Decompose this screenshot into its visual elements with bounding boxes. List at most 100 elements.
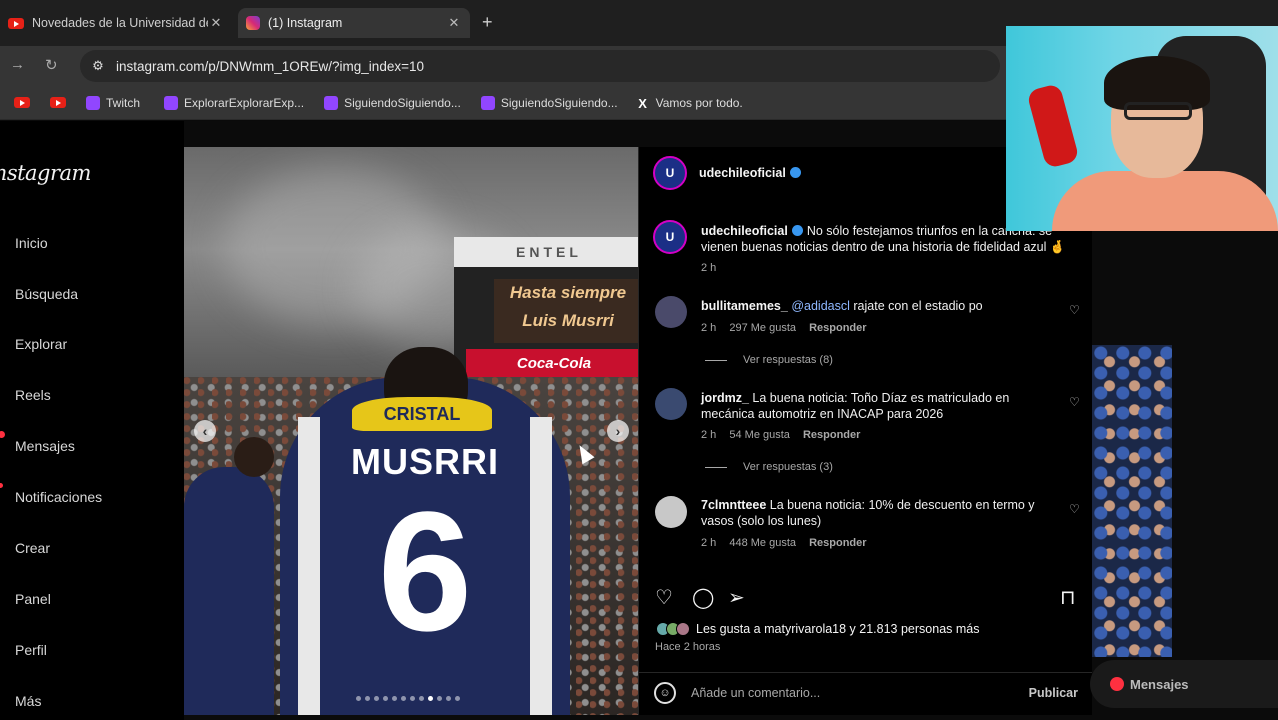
sidebar-item-perfil[interactable]: Perfil (15, 642, 47, 658)
carousel-prev-button[interactable]: ‹ (194, 420, 216, 442)
bookmark-label: SiguiendoSiguiendo... (500, 95, 618, 110)
bookmark-icon[interactable]: ⊓ (1060, 585, 1076, 610)
messages-floating-button[interactable]: Mensajes (1090, 660, 1278, 708)
carousel-dot (446, 696, 451, 701)
sidebar-item-mensajes[interactable]: Mensajes (15, 438, 75, 454)
view-replies-button[interactable]: Ver respuestas (8) (705, 354, 833, 366)
comment-time: 2 h (701, 322, 717, 334)
new-tab-button[interactable]: + (482, 12, 493, 33)
bookmark-x[interactable]: X Vamos por todo. (636, 95, 743, 111)
liker-avatar (676, 622, 690, 636)
comment: bullitamemes_ @adidascl rajate con el es… (701, 298, 1041, 314)
like-icon[interactable]: ♡ (655, 585, 673, 610)
comment: 7clmntteee La buena noticia: 10% de desc… (701, 497, 1051, 529)
notification-badge (1110, 677, 1124, 691)
share-icon[interactable]: ➢ (728, 585, 745, 610)
caption-avatar[interactable]: U (653, 220, 687, 254)
comment-like-icon[interactable]: ♡ (1069, 502, 1080, 516)
webcam-overlay (1006, 26, 1278, 231)
instagram-sidebar: Instagram Inicio Búsqueda Explorar Reels… (0, 121, 184, 720)
carousel-next-button[interactable]: › (607, 420, 629, 442)
bookmark-twitch[interactable]: Twitch (86, 95, 140, 110)
comment-likes[interactable]: 448 Me gusta (729, 537, 796, 549)
view-replies-button[interactable]: Ver respuestas (3) (705, 461, 833, 473)
carousel-dot (437, 696, 442, 701)
carousel-dot (401, 696, 406, 701)
sidebar-item-busqueda[interactable]: Búsqueda (15, 286, 78, 302)
twitch-icon (324, 95, 339, 110)
comment-text: rajate con el estadio po (853, 299, 983, 313)
comment-mention[interactable]: @adidascl (791, 299, 850, 313)
address-bar[interactable]: ⚙ instagram.com/p/DNWmm_1OREw/?img_index… (80, 50, 1000, 82)
comment-time: 2 h (701, 429, 717, 441)
reply-button[interactable]: Responder (809, 537, 866, 549)
bookmark-youtube[interactable] (14, 97, 36, 108)
twitch-icon (164, 95, 179, 110)
sidebar-item-reels[interactable]: Reels (15, 387, 51, 403)
comment-input[interactable]: Añade un comentario... (691, 686, 820, 700)
bookmark-siguiendo-1[interactable]: SiguiendoSiguiendo... (324, 95, 461, 110)
author-username[interactable]: udechileoficial (699, 166, 786, 180)
site-info-icon[interactable]: ⚙ (88, 58, 108, 74)
author-avatar[interactable]: U (653, 156, 687, 190)
x-icon: X (638, 95, 647, 111)
comment-icon[interactable]: ◯ (692, 585, 714, 610)
background-feed-image (1092, 345, 1172, 657)
carousel-dot (428, 696, 433, 701)
sidebar-item-mas[interactable]: Más (15, 693, 41, 709)
comment-meta: 2 h 297 Me gusta Responder (701, 322, 877, 334)
close-icon[interactable]: ✕ (208, 15, 224, 31)
comment-likes[interactable]: 297 Me gusta (729, 322, 796, 334)
verified-badge-icon (789, 167, 801, 178)
comment-like-icon[interactable]: ♡ (1069, 395, 1080, 409)
comment-avatar[interactable] (655, 296, 687, 328)
comment-avatar[interactable] (655, 496, 687, 528)
comment-avatar[interactable] (655, 388, 687, 420)
player-figure: CRISTAL MUSRRI 6 (280, 347, 570, 715)
scoreboard-brand: ENTEL (454, 237, 638, 267)
bookmark-siguiendo-2[interactable]: SiguiendoSiguiendo... (480, 95, 618, 110)
likes-text: Les gusta a matyrivarola18 y 21.813 pers… (696, 622, 980, 636)
likes-summary[interactable]: Les gusta a matyrivarola18 y 21.813 pers… (656, 622, 980, 636)
jersey-sponsor: CRISTAL (352, 397, 492, 431)
comment-username[interactable]: bullitamemes_ (701, 299, 788, 313)
tab-universidad[interactable]: Novedades de la Universidad de ✕ (0, 8, 232, 38)
comment-likes[interactable]: 54 Me gusta (729, 429, 790, 441)
scoreboard-message: Hasta siempre Luis Musrri (494, 279, 638, 343)
comment-username[interactable]: 7clmntteee (701, 498, 766, 512)
post-header: udechileoficial (699, 165, 805, 181)
sidebar-item-crear[interactable]: Crear (15, 540, 50, 556)
sidebar-item-panel[interactable]: Panel (15, 591, 51, 607)
sidebar-item-explorar[interactable]: Explorar (15, 336, 67, 352)
emoji-icon[interactable]: ☺ (654, 682, 676, 704)
post-photo[interactable]: ENTEL Hasta siempre Luis Musrri Coca-Col… (184, 147, 638, 715)
scoreboard-ad: Coca-Cola (466, 349, 638, 377)
reply-button[interactable]: Responder (809, 322, 866, 334)
tab-instagram[interactable]: (1) Instagram ✕ (238, 8, 470, 38)
instagram-logo[interactable]: Instagram (0, 161, 91, 185)
twitch-icon (86, 95, 100, 110)
tab-title: (1) Instagram (268, 16, 343, 30)
comment-username[interactable]: jordmz_ (701, 391, 749, 405)
caption-username[interactable]: udechileoficial (701, 224, 788, 238)
child-head (234, 437, 274, 477)
close-icon[interactable]: ✕ (446, 15, 462, 31)
publish-button[interactable]: Publicar (1029, 686, 1078, 700)
sidebar-item-inicio[interactable]: Inicio (15, 235, 48, 251)
bookmark-explorar[interactable]: ExplorarExplorarExp... (164, 95, 304, 110)
forward-icon[interactable]: → (10, 56, 25, 73)
bookmark-label: SiguiendoSiguiendo... (344, 95, 461, 110)
reply-button[interactable]: Responder (803, 429, 860, 441)
bookmark-label: Vamos por todo. (655, 95, 743, 110)
sidebar-item-notificaciones[interactable]: Notificaciones (15, 489, 102, 505)
divider (705, 359, 727, 361)
posted-time: Hace 2 horas (655, 641, 721, 653)
instagram-icon (246, 16, 260, 30)
notification-dot (0, 431, 5, 438)
jersey-number: 6 (377, 477, 473, 667)
comment-like-icon[interactable]: ♡ (1069, 303, 1080, 317)
bookmark-youtube[interactable] (50, 97, 72, 108)
comment-meta: 2 h 54 Me gusta Responder (701, 429, 870, 441)
reload-icon[interactable]: ↻ (45, 56, 58, 74)
view-replies-label: Ver respuestas (3) (743, 461, 833, 473)
